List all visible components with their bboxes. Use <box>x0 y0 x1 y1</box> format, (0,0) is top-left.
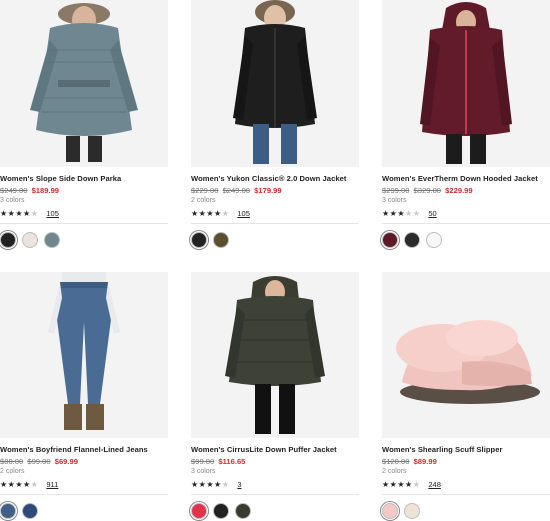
product-card[interactable]: Women's EverTherm Down Hooded Jacket $29… <box>382 0 550 248</box>
review-count-link[interactable]: 3 <box>237 480 241 489</box>
divider <box>382 223 550 224</box>
product-prices: $80.00 $99.00 $69.99 <box>0 457 168 466</box>
product-image[interactable] <box>0 0 168 167</box>
product-card[interactable]: Women's Boyfriend Flannel-Lined Jeans $8… <box>0 272 168 519</box>
color-swatch[interactable] <box>191 232 207 248</box>
product-card[interactable]: Women's Slope Side Down Parka $249.00 $1… <box>0 0 168 248</box>
product-image[interactable] <box>191 272 359 438</box>
jacket-photo-icon <box>191 0 359 167</box>
color-count: 3 colors <box>382 197 407 204</box>
star-rating-icon: ★★★★★ <box>191 208 230 218</box>
original-price: $80.00 <box>0 457 24 466</box>
product-image[interactable] <box>191 0 359 167</box>
color-swatches <box>191 232 359 248</box>
star-rating-icon: ★★★★★ <box>0 479 39 489</box>
original-price: $249.00 <box>0 186 28 195</box>
sale-price: $229.99 <box>445 186 473 195</box>
original-price: $229.00 <box>191 186 219 195</box>
divider <box>0 494 168 495</box>
review-count-link[interactable]: 50 <box>428 209 436 218</box>
original-price: $329.00 <box>413 186 442 195</box>
product-name[interactable]: Women's CirrusLite Down Puffer Jacket <box>191 445 359 454</box>
jeans-photo-icon <box>0 272 168 438</box>
review-count-link[interactable]: 105 <box>237 209 250 218</box>
review-count-link[interactable]: 248 <box>428 480 441 489</box>
color-swatch[interactable] <box>404 232 420 248</box>
sale-price: $89.99 <box>413 457 437 466</box>
color-swatch[interactable] <box>0 503 16 519</box>
product-prices: $120.00 $89.99 <box>382 457 550 466</box>
color-count: 2 colors <box>0 468 25 475</box>
slipper-photo-icon <box>382 272 550 438</box>
original-price: $99.00 <box>191 457 215 466</box>
color-swatch[interactable] <box>213 503 229 519</box>
review-count-link[interactable]: 911 <box>46 480 58 489</box>
product-name[interactable]: Women's EverTherm Down Hooded Jacket <box>382 174 550 183</box>
divider <box>191 223 359 224</box>
divider <box>382 494 550 495</box>
color-swatch[interactable] <box>426 232 442 248</box>
product-prices: $229.00 $249.00 $179.99 <box>191 186 359 195</box>
color-swatches <box>382 232 550 248</box>
star-rating-icon: ★★★★★ <box>382 479 421 489</box>
divider <box>0 223 168 224</box>
product-image[interactable] <box>382 272 550 438</box>
color-swatch[interactable] <box>213 232 229 248</box>
color-swatch[interactable] <box>22 503 38 519</box>
product-name[interactable]: Women's Yukon Classic® 2.0 Down Jacket <box>191 174 359 183</box>
original-price: $99.00 <box>27 457 51 466</box>
color-swatch[interactable] <box>404 503 420 519</box>
sale-price: $179.99 <box>254 186 282 195</box>
divider <box>191 494 359 495</box>
sale-price: $69.99 <box>54 457 78 466</box>
jacket-photo-icon <box>0 0 168 167</box>
review-count-link[interactable]: 105 <box>46 209 59 218</box>
color-swatch[interactable] <box>382 503 398 519</box>
color-swatch[interactable] <box>235 503 251 519</box>
star-rating-icon: ★★★★★ <box>382 208 421 218</box>
rating: ★★★★★ 50 <box>382 208 550 218</box>
color-swatch[interactable] <box>382 232 398 248</box>
product-prices: $99.00 $116.65 <box>191 457 359 466</box>
jacket-photo-icon <box>382 0 550 167</box>
product-name[interactable]: Women's Boyfriend Flannel-Lined Jeans <box>0 445 168 454</box>
color-swatch[interactable] <box>0 232 16 248</box>
product-card[interactable]: Women's Yukon Classic® 2.0 Down Jacket $… <box>191 0 359 248</box>
sale-price: $189.99 <box>31 186 60 195</box>
original-price: $249.00 <box>222 186 251 195</box>
color-swatch[interactable] <box>44 232 60 248</box>
product-prices: $299.00 $329.00 $229.99 <box>382 186 550 195</box>
star-rating-icon: ★★★★★ <box>0 208 39 218</box>
color-count: 2 colors <box>382 468 407 475</box>
color-swatches <box>191 503 359 519</box>
rating: ★★★★★ 105 <box>0 208 168 218</box>
rating: ★★★★★ 105 <box>191 208 359 218</box>
product-name[interactable]: Women's Slope Side Down Parka <box>0 174 168 183</box>
product-name[interactable]: Women's Shearling Scuff Slipper <box>382 445 550 454</box>
color-swatches <box>0 232 168 248</box>
color-swatches <box>0 503 168 519</box>
star-rating-icon: ★★★★★ <box>191 479 230 489</box>
color-swatch[interactable] <box>191 503 207 519</box>
color-swatch[interactable] <box>22 232 38 248</box>
color-count: 3 colors <box>191 468 216 475</box>
sale-price: $116.65 <box>218 457 246 466</box>
jacket-photo-icon <box>191 272 359 438</box>
color-swatches <box>382 503 550 519</box>
rating: ★★★★★ 911 <box>0 479 168 489</box>
product-card[interactable]: Women's CirrusLite Down Puffer Jacket $9… <box>191 272 359 519</box>
product-image[interactable] <box>382 0 550 167</box>
rating: ★★★★★ 3 <box>191 479 359 489</box>
product-image[interactable] <box>0 272 168 438</box>
original-price: $120.00 <box>382 457 410 466</box>
original-price: $299.00 <box>382 186 410 195</box>
color-count: 3 colors <box>0 197 25 204</box>
rating: ★★★★★ 248 <box>382 479 550 489</box>
color-count: 2 colors <box>191 197 216 204</box>
product-grid: Women's Slope Side Down Parka $249.00 $1… <box>0 0 550 521</box>
product-card[interactable]: Women's Shearling Scuff Slipper $120.00 … <box>382 272 550 519</box>
product-prices: $249.00 $189.99 <box>0 186 168 195</box>
